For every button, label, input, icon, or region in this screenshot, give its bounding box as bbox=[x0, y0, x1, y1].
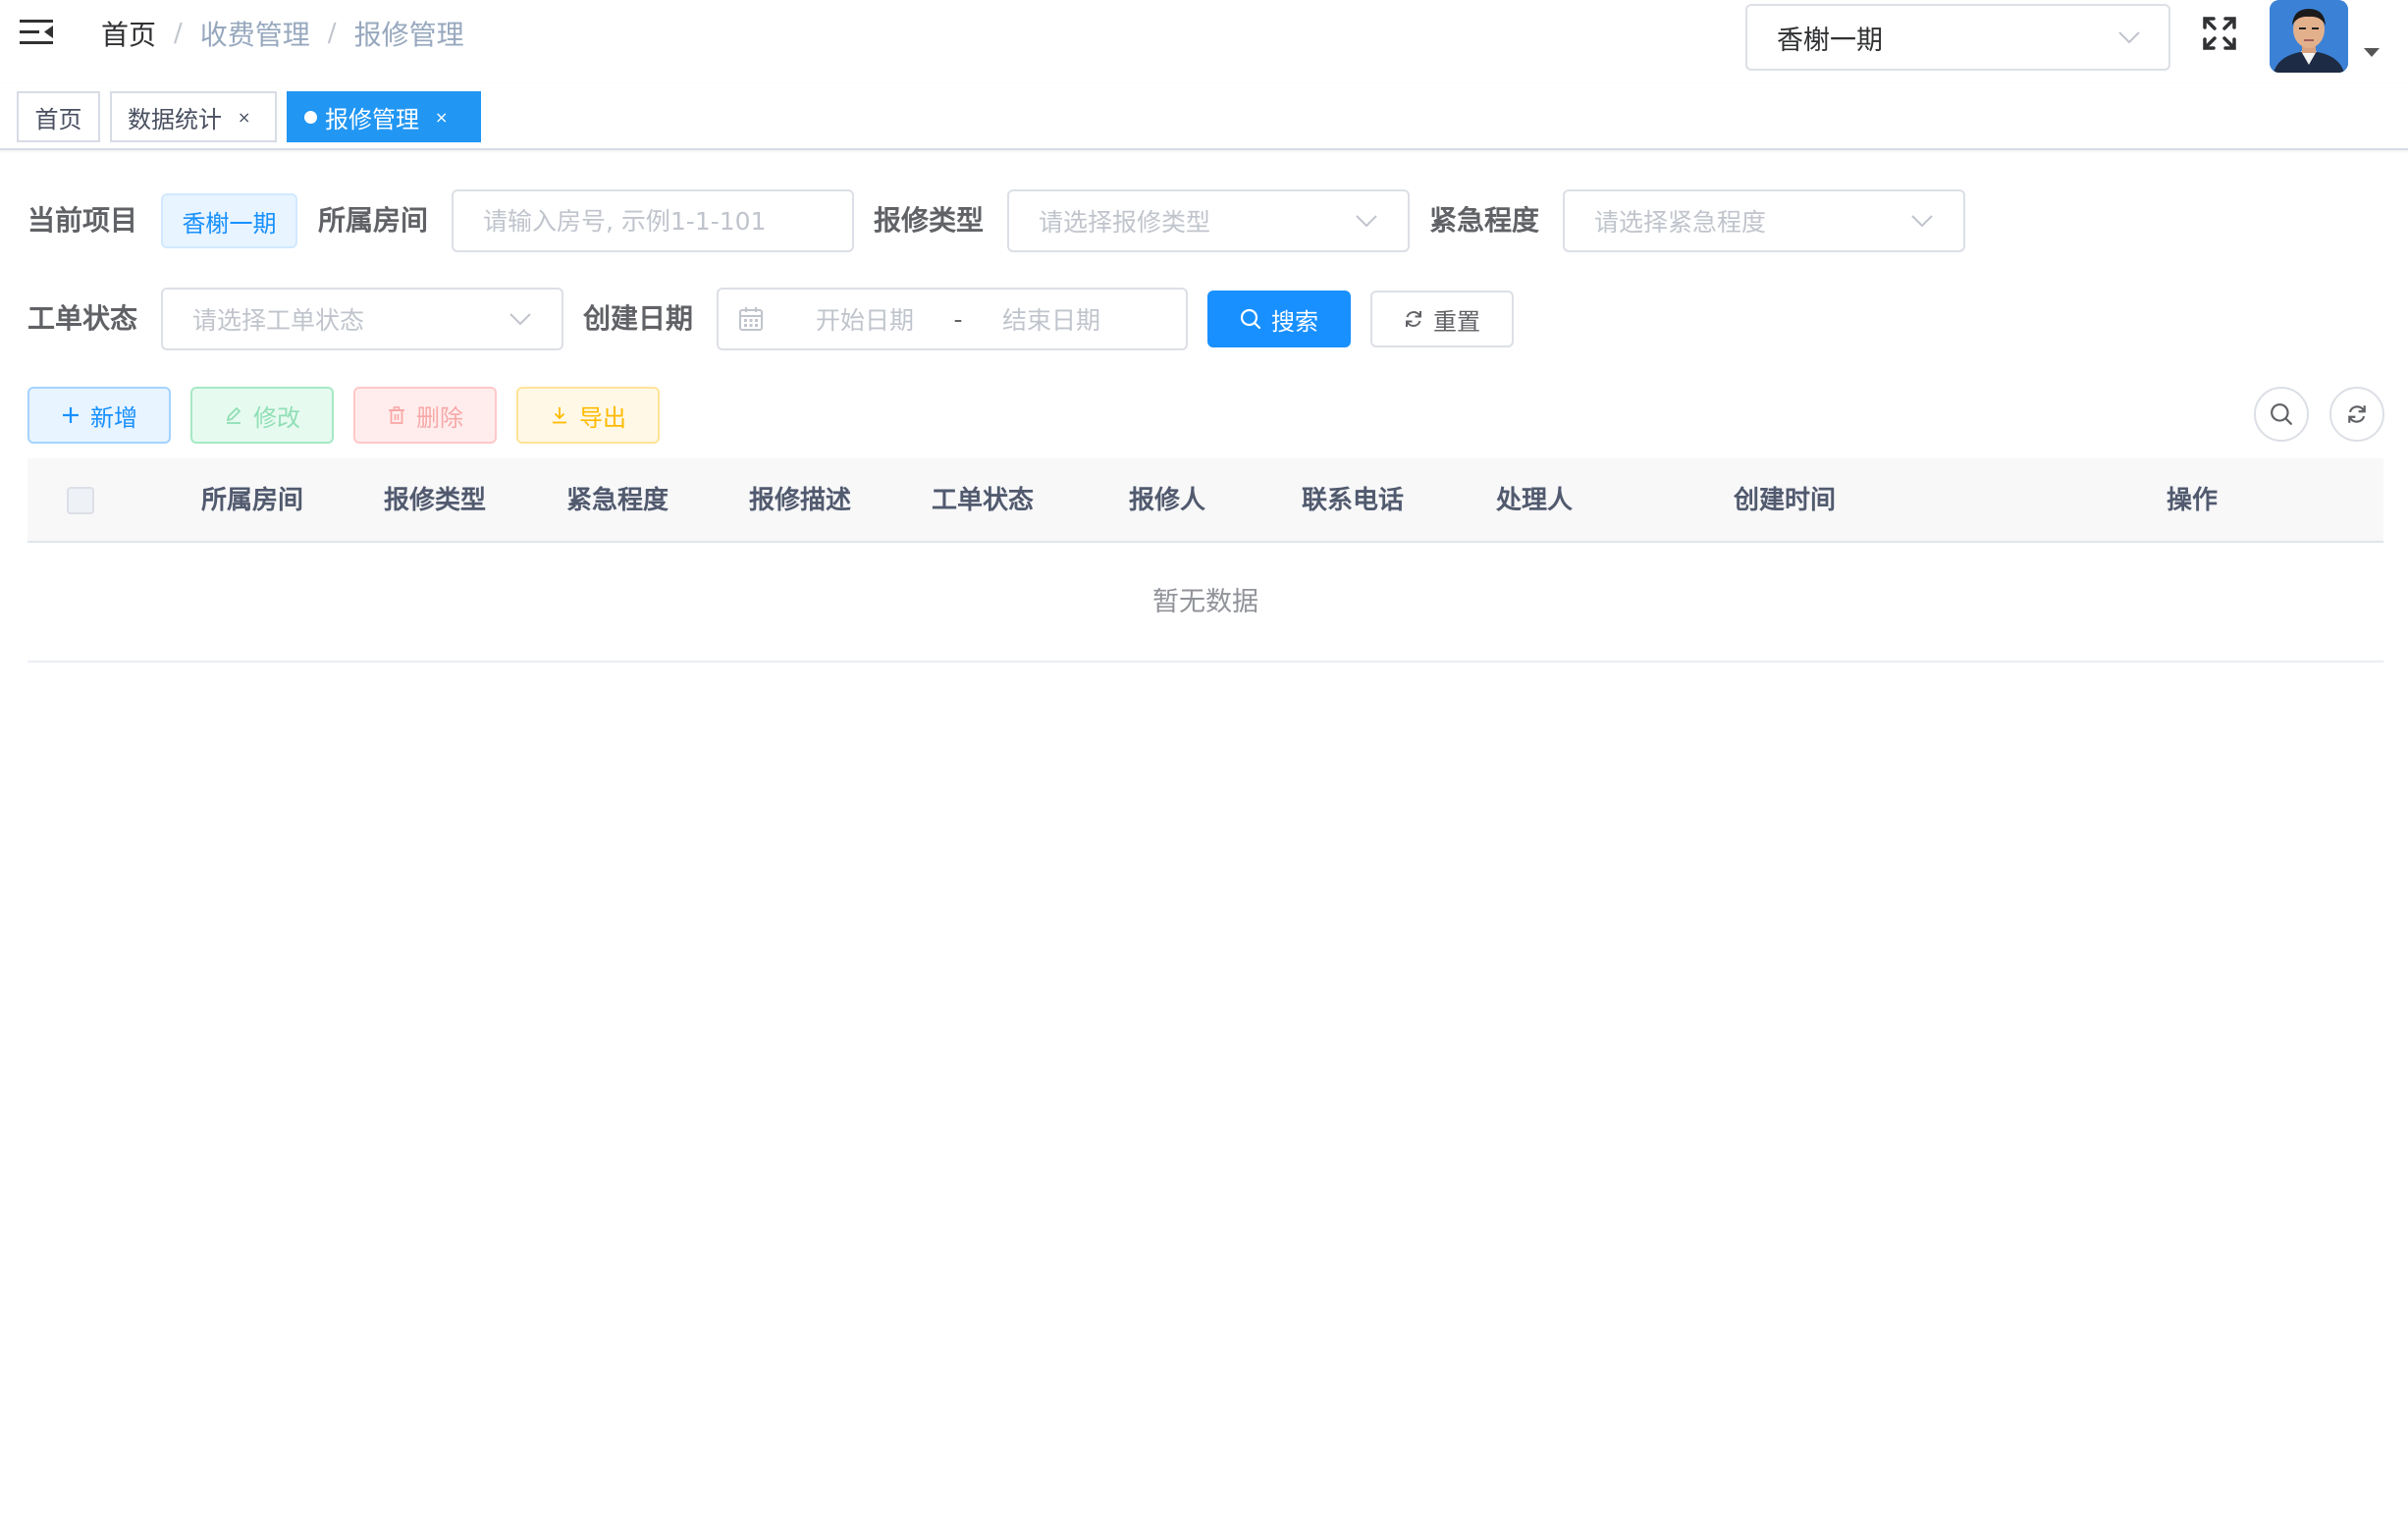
chevron-down-icon bbox=[1911, 215, 1933, 228]
search-button-label: 搜索 bbox=[1271, 307, 1318, 336]
column-header-description: 报修描述 bbox=[748, 486, 851, 515]
tag-repair-management[interactable]: 报修管理 × bbox=[287, 91, 481, 142]
calendar-icon bbox=[739, 307, 763, 331]
tag-label: 报修管理 bbox=[325, 105, 419, 133]
breadcrumb-item-repair: 报修管理 bbox=[353, 19, 464, 51]
tag-label: 首页 bbox=[34, 105, 82, 133]
add-button[interactable]: 新增 bbox=[27, 387, 171, 444]
delete-button-label: 删除 bbox=[416, 403, 463, 432]
date-range-picker[interactable]: 开始日期 - 结束日期 bbox=[717, 288, 1188, 350]
room-input[interactable] bbox=[452, 189, 854, 252]
repair-type-label: 报修类型 bbox=[874, 204, 985, 237]
search-icon bbox=[2271, 403, 2292, 425]
current-project-tag: 香榭一期 bbox=[161, 193, 297, 248]
date-separator: - bbox=[953, 304, 963, 334]
project-select[interactable]: 香榭一期 bbox=[1745, 4, 2170, 71]
current-project-label: 当前项目 bbox=[27, 204, 138, 237]
column-header-reporter: 报修人 bbox=[1128, 486, 1205, 515]
breadcrumb-separator: / bbox=[174, 19, 183, 48]
trash-icon bbox=[389, 406, 404, 424]
chevron-down-icon bbox=[2118, 31, 2140, 44]
project-select-value: 香榭一期 bbox=[1777, 25, 1883, 56]
reset-button-label: 重置 bbox=[1433, 307, 1480, 336]
edit-button-label: 修改 bbox=[253, 403, 300, 432]
export-button[interactable]: 导出 bbox=[516, 387, 660, 444]
column-header-repair-type: 报修类型 bbox=[383, 486, 486, 515]
column-header-actions: 操作 bbox=[2166, 486, 2218, 515]
refresh-button[interactable] bbox=[2329, 387, 2384, 442]
chevron-down-icon bbox=[1356, 215, 1377, 228]
edit-icon bbox=[226, 406, 241, 424]
navbar: 首页 / 收费管理 / 报修管理 香榭一期 bbox=[0, 0, 2408, 83]
urgency-placeholder: 请选择紧急程度 bbox=[1594, 208, 1767, 237]
hamburger-icon[interactable] bbox=[20, 17, 55, 48]
search-icon bbox=[1240, 308, 1261, 330]
toggle-search-button[interactable] bbox=[2254, 387, 2309, 442]
caret-down-icon[interactable] bbox=[2364, 48, 2380, 57]
refresh-icon bbox=[2348, 405, 2366, 423]
date-label: 创建日期 bbox=[583, 302, 694, 335]
status-placeholder: 请选择工单状态 bbox=[192, 306, 365, 335]
repair-type-select[interactable]: 请选择报修类型 bbox=[1007, 189, 1410, 252]
tag-statistics[interactable]: 数据统计 × bbox=[110, 91, 277, 142]
tag-home[interactable]: 首页 bbox=[17, 91, 100, 142]
column-header-status: 工单状态 bbox=[931, 486, 1034, 515]
table-header: 所属房间 报修类型 紧急程度 报修描述 工单状态 报修人 联系电话 处理人 创建… bbox=[27, 458, 2383, 543]
status-label: 工单状态 bbox=[27, 302, 138, 335]
urgency-label: 紧急程度 bbox=[1429, 204, 1540, 237]
tag-label: 数据统计 bbox=[128, 105, 222, 133]
empty-text: 暂无数据 bbox=[1152, 587, 1258, 617]
urgency-select[interactable]: 请选择紧急程度 bbox=[1563, 189, 1965, 252]
breadcrumb-item-home[interactable]: 首页 bbox=[101, 14, 156, 53]
download-icon bbox=[553, 407, 566, 424]
repair-type-placeholder: 请选择报修类型 bbox=[1039, 208, 1211, 237]
reset-button[interactable]: 重置 bbox=[1370, 291, 1514, 347]
close-icon[interactable]: × bbox=[238, 108, 250, 127]
fullscreen-icon[interactable] bbox=[2202, 16, 2237, 51]
column-header-phone: 联系电话 bbox=[1301, 486, 1404, 515]
breadcrumb-separator: / bbox=[327, 19, 337, 48]
breadcrumb-item-billing: 收费管理 bbox=[199, 19, 310, 51]
tags-view: 首页 数据统计 × 报修管理 × bbox=[0, 83, 2408, 150]
date-end-input[interactable]: 结束日期 bbox=[978, 301, 1125, 337]
date-start-input[interactable]: 开始日期 bbox=[791, 301, 938, 337]
delete-button[interactable]: 删除 bbox=[353, 387, 497, 444]
export-button-label: 导出 bbox=[579, 403, 626, 432]
select-all-checkbox[interactable] bbox=[67, 487, 94, 514]
edit-button[interactable]: 修改 bbox=[190, 387, 334, 444]
column-header-room: 所属房间 bbox=[200, 486, 303, 515]
status-select[interactable]: 请选择工单状态 bbox=[161, 288, 563, 350]
room-label: 所属房间 bbox=[318, 204, 429, 237]
user-avatar[interactable] bbox=[2270, 0, 2348, 73]
column-header-created-time: 创建时间 bbox=[1733, 486, 1836, 515]
breadcrumb: 首页 / 收费管理 / 报修管理 bbox=[101, 14, 464, 53]
chevron-down-icon bbox=[509, 313, 531, 326]
add-button-label: 新增 bbox=[90, 403, 137, 432]
column-header-urgency: 紧急程度 bbox=[565, 486, 669, 515]
active-dot-icon bbox=[304, 110, 317, 124]
close-icon[interactable]: × bbox=[435, 108, 448, 127]
plus-icon bbox=[63, 407, 79, 423]
refresh-icon bbox=[1406, 311, 1421, 327]
search-button[interactable]: 搜索 bbox=[1207, 291, 1351, 347]
table-empty-row: 暂无数据 bbox=[27, 543, 2383, 663]
